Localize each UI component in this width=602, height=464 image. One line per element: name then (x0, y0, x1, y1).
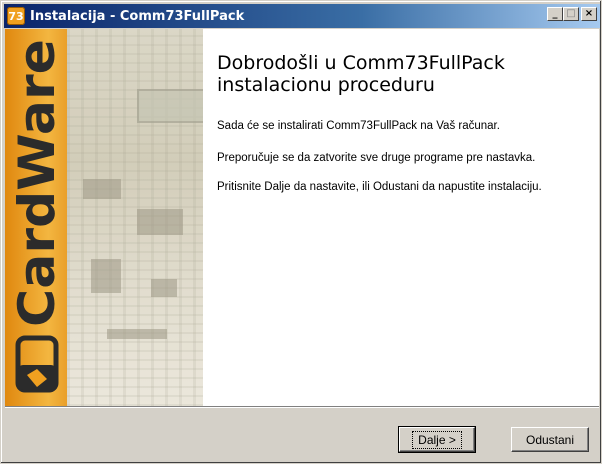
app-icon-text: 73 (8, 9, 24, 23)
chip-image (151, 279, 177, 297)
welcome-heading: Dobrodošli u Comm73FullPack instalacionu… (217, 52, 593, 96)
chip-image (83, 179, 121, 199)
cancel-button[interactable]: Odustani (511, 427, 589, 452)
next-button[interactable]: Dalje > (398, 426, 476, 453)
heading-line-2: instalacionu proceduru (217, 74, 435, 96)
lcd-display-image (137, 89, 203, 123)
wizard-content: CardWare Dobrodošli u Comm73FullPack ins… (5, 29, 599, 406)
close-button[interactable]: × (581, 7, 597, 21)
info-text-2: Preporučuje se da zatvorite sve druge pr… (217, 152, 536, 164)
info-text-1: Sada će se instalirati Comm73FullPack na… (217, 120, 500, 132)
brand-text: CardWare (10, 39, 64, 327)
window-controls: _ □ × (547, 7, 597, 21)
minimize-icon: _ (552, 8, 558, 19)
maximize-icon: □ (566, 8, 576, 19)
close-icon: × (584, 8, 594, 19)
maximize-button[interactable]: □ (563, 7, 579, 21)
next-button-label: Dalje > (412, 430, 462, 449)
title-bar[interactable]: 73 Instalacija - Comm73FullPack _ □ × (4, 4, 600, 28)
cardware-logo-icon (15, 335, 59, 393)
installer-window: 73 Instalacija - Comm73FullPack _ □ × Ca… (0, 0, 602, 464)
window-title: Instalacija - Comm73FullPack (30, 8, 245, 24)
wizard-side-image: CardWare (5, 29, 203, 406)
brand-logo-text: CardWare (10, 37, 64, 327)
minimize-button[interactable]: _ (547, 7, 563, 21)
chip-image (91, 259, 121, 293)
heading-line-1: Dobrodošli u Comm73FullPack (217, 52, 505, 74)
chip-image (137, 209, 183, 235)
cancel-button-label: Odustani (525, 432, 575, 447)
circuit-board-photo (67, 29, 203, 406)
app-icon: 73 (7, 7, 25, 25)
info-text-3: Pritisnite Dalje da nastavite, ili Odust… (217, 181, 542, 193)
chip-image (107, 329, 167, 339)
footer-separator (5, 406, 599, 408)
